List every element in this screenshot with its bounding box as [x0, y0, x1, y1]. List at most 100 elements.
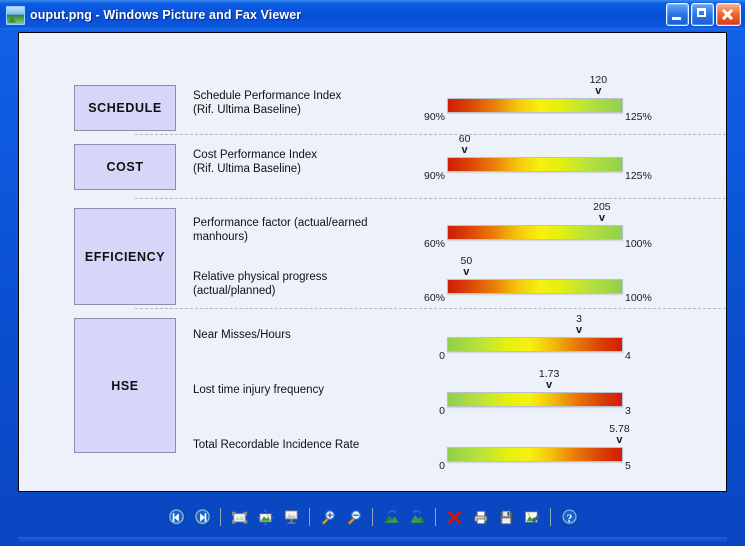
kpi-gauge: 90%125%60v	[447, 157, 623, 172]
gauge-marker-arrow-icon: v	[459, 145, 471, 156]
kpi-gauge: 60%100%50v	[447, 279, 623, 294]
help-button[interactable]: ?	[556, 505, 582, 529]
image-canvas[interactable]: SCHEDULE Schedule Performance Index (Rif.…	[18, 32, 727, 492]
edit-image-icon	[523, 508, 542, 527]
gauge-bar	[447, 392, 623, 407]
edit-button[interactable]	[519, 505, 545, 529]
kpi-gauge: 90%125%120v	[447, 98, 623, 113]
category-label: HSE	[111, 379, 139, 393]
kpi-label: Near Misses/Hours	[193, 328, 291, 342]
gauge-min-label: 0	[439, 350, 445, 362]
kpi-gauge: 031.73v	[447, 392, 623, 407]
delete-button[interactable]	[441, 505, 467, 529]
category-box-hse: HSE	[74, 318, 176, 453]
gauge-marker: 205v	[593, 202, 611, 224]
gauge-marker: 5.78v	[609, 424, 629, 446]
gauge-marker-arrow-icon: v	[461, 267, 473, 278]
gauge-bar	[447, 98, 623, 113]
gauge-max-label: 100%	[625, 238, 652, 250]
gauge-marker: 60v	[459, 134, 471, 156]
gauge-max-label: 125%	[625, 111, 652, 123]
next-icon	[193, 508, 212, 527]
toolbar-divider	[435, 508, 436, 526]
gauge-max-label: 3	[625, 405, 631, 417]
gauge-max-label: 100%	[625, 292, 652, 304]
gauge-max-label: 125%	[625, 170, 652, 182]
gauge-marker-arrow-icon: v	[539, 380, 559, 391]
category-box-schedule: SCHEDULE	[74, 85, 176, 131]
toolbar-divider	[220, 508, 221, 526]
help-icon: ?	[560, 508, 579, 527]
actual-size-button[interactable]	[252, 505, 278, 529]
category-label: EFFICIENCY	[85, 250, 165, 264]
gauge-min-label: 0	[439, 460, 445, 472]
save-as-button[interactable]	[493, 505, 519, 529]
gauge-bar	[447, 447, 623, 462]
group-separator	[135, 134, 726, 135]
rotate-clockwise-button[interactable]	[378, 505, 404, 529]
previous-image-button[interactable]	[163, 505, 189, 529]
gauge-marker-arrow-icon: v	[590, 86, 608, 97]
close-button[interactable]	[716, 3, 741, 26]
rotate-ccw-icon	[408, 508, 427, 527]
toolbar-divider	[309, 508, 310, 526]
zoom-out-icon	[345, 508, 364, 527]
group-separator	[135, 308, 726, 309]
status-bar	[18, 537, 727, 543]
zoom-in-button[interactable]	[315, 505, 341, 529]
next-image-button[interactable]	[189, 505, 215, 529]
kpi-gauge: 043v	[447, 337, 623, 352]
gauge-min-label: 90%	[424, 111, 445, 123]
window-controls	[666, 3, 741, 26]
gauge-marker-arrow-icon: v	[576, 325, 582, 336]
category-label: COST	[106, 160, 143, 174]
zoom-out-button[interactable]	[341, 505, 367, 529]
kpi-label: Relative physical progress (actual/plann…	[193, 270, 327, 298]
gauge-min-label: 60%	[424, 238, 445, 250]
slideshow-button[interactable]	[278, 505, 304, 529]
gauge-min-label: 60%	[424, 292, 445, 304]
toolbar-divider	[550, 508, 551, 526]
kpi-gauge: 60%100%205v	[447, 225, 623, 240]
window-title: ouput.png - Windows Picture and Fax View…	[30, 8, 301, 22]
gauge-marker: 50v	[461, 256, 473, 278]
gauge-marker: 3v	[576, 314, 582, 336]
toolbar-divider	[372, 508, 373, 526]
previous-icon	[167, 508, 186, 527]
gauge-marker-arrow-icon: v	[609, 435, 629, 446]
kpi-label: Total Recordable Incidence Rate	[193, 438, 359, 452]
delete-icon	[445, 508, 464, 527]
best-fit-button[interactable]	[226, 505, 252, 529]
svg-text:?: ?	[566, 512, 572, 524]
kpi-label: Cost Performance Index (Rif. Ultima Base…	[193, 148, 317, 176]
gauge-bar	[447, 225, 623, 240]
kpi-label: Schedule Performance Index (Rif. Ultima …	[193, 89, 341, 117]
kpi-label: Lost time injury frequency	[193, 383, 324, 397]
actual-size-icon	[256, 508, 275, 527]
picture-viewer-window: ouput.png - Windows Picture and Fax View…	[0, 0, 745, 546]
gauge-marker: 1.73v	[539, 369, 559, 391]
gauge-max-label: 5	[625, 460, 631, 472]
save-icon	[497, 508, 516, 527]
rotate-counterclockwise-button[interactable]	[404, 505, 430, 529]
gauge-min-label: 0	[439, 405, 445, 417]
gauge-marker-arrow-icon: v	[593, 213, 611, 224]
gauge-max-label: 4	[625, 350, 631, 362]
title-bar: ouput.png - Windows Picture and Fax View…	[0, 0, 745, 30]
gauge-bar	[447, 337, 623, 352]
zoom-in-icon	[319, 508, 338, 527]
viewer-toolbar: ?	[18, 500, 727, 534]
picture-file-icon	[6, 6, 25, 25]
kpi-gauge: 055.78v	[447, 447, 623, 462]
gauge-bar	[447, 279, 623, 294]
rotate-cw-icon	[382, 508, 401, 527]
print-icon	[471, 508, 490, 527]
maximize-button[interactable]	[691, 3, 714, 26]
gauge-bar	[447, 157, 623, 172]
category-label: SCHEDULE	[88, 101, 162, 115]
slideshow-icon	[282, 508, 301, 527]
minimize-button[interactable]	[666, 3, 689, 26]
best-fit-icon	[230, 508, 249, 527]
group-separator	[135, 198, 726, 199]
print-button[interactable]	[467, 505, 493, 529]
